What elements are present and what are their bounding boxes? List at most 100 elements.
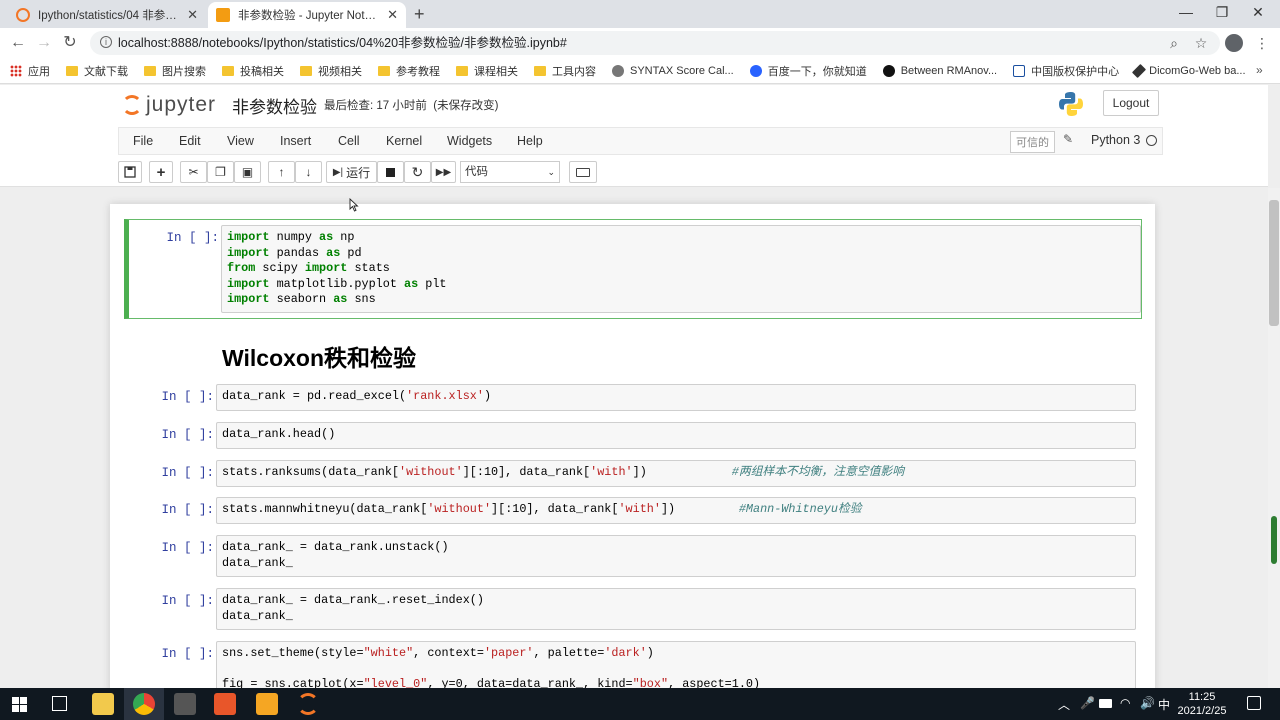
restart-icon: ↻ — [411, 163, 424, 180]
menu-insert[interactable]: Insert — [280, 134, 311, 148]
interrupt-button[interactable] — [377, 161, 404, 183]
forward-icon[interactable]: → — [34, 33, 54, 53]
side-drag-handle[interactable] — [1271, 516, 1277, 564]
tab-statistics-folder[interactable]: Ipython/statistics/04 非参数检验/ ✕ — [8, 2, 206, 28]
bookmark-folder[interactable]: 工具内容 — [534, 63, 596, 79]
code-editor[interactable]: sns.set_theme(style="white", context='pa… — [216, 641, 1136, 688]
menu-help[interactable]: Help — [517, 134, 543, 148]
jupyter-ring-icon — [122, 95, 142, 115]
insert-cell-button[interactable]: + — [149, 161, 173, 183]
profile-avatar-icon[interactable] — [1224, 33, 1244, 53]
site-info-icon[interactable]: i — [100, 36, 112, 48]
code-cell[interactable]: In [ ]: data_rank_ = data_rank.unstack()… — [124, 535, 1142, 579]
tray-expand-icon[interactable]: ︿ — [1058, 696, 1070, 713]
code-editor[interactable]: data_rank.head() — [216, 422, 1136, 449]
bookmark-site[interactable]: DicomGo-Web ba... — [1132, 63, 1246, 78]
bookmark-site[interactable]: 中国版权保护中心 — [1013, 63, 1119, 79]
volume-icon[interactable]: 🔊 — [1140, 696, 1155, 710]
microphone-icon[interactable]: 🎤 — [1080, 696, 1095, 710]
paste-button[interactable]: ▣ — [234, 161, 261, 183]
more-bookmarks-icon[interactable]: » — [1256, 63, 1263, 77]
code-cell[interactable]: In [ ]: stats.ranksums(data_rank['withou… — [124, 460, 1142, 488]
markdown-heading[interactable]: Wilcoxon秩和检验 — [222, 339, 416, 373]
battery-icon[interactable] — [1099, 699, 1112, 708]
input-prompt: In [ ]: — [166, 231, 219, 245]
chrome-icon[interactable] — [133, 693, 155, 715]
maximize-icon[interactable]: ❐ — [1212, 4, 1232, 21]
code-cell[interactable]: In [ ]: data_rank_ = data_rank_.reset_in… — [124, 588, 1142, 632]
task-view-icon[interactable] — [52, 696, 67, 711]
bookmark-site[interactable]: Between RMAnov... — [882, 64, 997, 77]
bookmark-folder[interactable]: 图片搜索 — [144, 63, 206, 79]
new-tab-button[interactable]: + — [414, 4, 425, 25]
code-cell[interactable]: In [ ]: data_rank.head() — [124, 422, 1142, 450]
close-tab-icon[interactable]: ✕ — [187, 7, 198, 23]
bookmark-label: SYNTAX Score Cal... — [630, 64, 734, 77]
windows-start-icon[interactable] — [12, 697, 27, 712]
reload-icon[interactable]: ↻ — [60, 33, 80, 53]
code-editor[interactable]: data_rank_ = data_rank.unstack() data_ra… — [216, 535, 1136, 577]
bookmark-folder[interactable]: 投稿相关 — [222, 63, 284, 79]
recorder-app-icon[interactable] — [174, 693, 196, 715]
code-editor[interactable]: stats.mannwhitneyu(data_rank['without'][… — [216, 497, 1136, 524]
notebook-title[interactable]: 非参数检验 — [232, 93, 317, 118]
bookmark-site[interactable]: 百度一下，你就知道 — [749, 63, 867, 79]
run-button[interactable]: ▶| 运行 — [326, 161, 377, 183]
jupyter-logo[interactable]: jupyter — [122, 93, 216, 117]
wifi-icon[interactable]: ◠ — [1120, 696, 1130, 710]
copy-button[interactable]: ❐ — [207, 161, 234, 183]
bookmark-folder[interactable]: 视频相关 — [300, 63, 362, 79]
cell-type-select[interactable]: 代码 ⌄ — [460, 161, 560, 183]
move-down-button[interactable]: ↓ — [295, 161, 322, 183]
run-label: 运行 — [346, 165, 371, 180]
arrow-up-icon: ↑ — [278, 165, 285, 179]
back-icon[interactable]: ← — [8, 33, 28, 53]
save-button[interactable] — [118, 161, 142, 183]
ime-indicator[interactable]: 中 — [1158, 696, 1170, 713]
zoom-icon[interactable]: ⌕ — [1164, 33, 1184, 53]
xmind-icon[interactable] — [214, 693, 236, 715]
close-window-icon[interactable]: ✕ — [1248, 4, 1268, 21]
scrollbar-thumb[interactable] — [1269, 200, 1279, 326]
code-editor[interactable]: data_rank = pd.read_excel('rank.xlsx') — [216, 384, 1136, 411]
tab-notebook[interactable]: 非参数检验 - Jupyter Notebook ✕ — [208, 2, 406, 28]
bookmark-folder[interactable]: 参考教程 — [378, 63, 440, 79]
system-clock[interactable]: 11:25 2021/2/25 — [1172, 690, 1232, 718]
close-tab-icon[interactable]: ✕ — [387, 7, 398, 23]
code-editor[interactable]: stats.ranksums(data_rank['without'][:10]… — [216, 460, 1136, 487]
bookmark-site[interactable]: SYNTAX Score Cal... — [612, 64, 734, 77]
bookmark-folder[interactable]: 课程相关 — [456, 63, 518, 79]
url-field[interactable]: i localhost:8888/notebooks/Ipython/stati… — [90, 31, 1220, 55]
notifications-icon[interactable] — [1247, 696, 1261, 710]
bookmark-apps[interactable]: 应用 — [10, 63, 50, 79]
bookmark-label: 中国版权保护中心 — [1031, 65, 1120, 78]
trusted-indicator[interactable]: 可信的 — [1010, 131, 1055, 153]
restart-run-all-button[interactable]: ▶▶ — [431, 161, 456, 183]
code-cell[interactable]: In [ ]: import numpy as np import pandas… — [124, 219, 1142, 319]
bookmark-folder[interactable]: 文献下载 — [66, 63, 128, 79]
code-cell[interactable]: In [ ]: stats.mannwhitneyu(data_rank['wi… — [124, 497, 1142, 525]
bookmark-star-icon[interactable]: ☆ — [1191, 33, 1211, 53]
jupyter-taskbar-icon[interactable] — [297, 693, 319, 715]
logout-button[interactable]: Logout — [1103, 90, 1159, 116]
code-editor[interactable]: import numpy as np import pandas as pd f… — [221, 225, 1141, 313]
code-editor[interactable]: data_rank_ = data_rank_.reset_index() da… — [216, 588, 1136, 630]
editor-app-icon[interactable] — [256, 693, 278, 715]
menu-widgets[interactable]: Widgets — [447, 134, 492, 148]
code-cell[interactable]: In [ ]: data_rank = pd.read_excel('rank.… — [124, 384, 1142, 412]
menu-view[interactable]: View — [227, 134, 254, 148]
menu-file[interactable]: File — [133, 134, 153, 148]
code-cell[interactable]: In [ ]: sns.set_theme(style="white", con… — [124, 641, 1142, 688]
command-palette-button[interactable] — [569, 161, 597, 183]
input-prompt: In [ ]: — [161, 428, 214, 442]
file-explorer-icon[interactable] — [92, 693, 114, 715]
menu-cell[interactable]: Cell — [338, 134, 360, 148]
menu-edit[interactable]: Edit — [179, 134, 201, 148]
cut-button[interactable]: ✂ — [180, 161, 207, 183]
move-up-button[interactable]: ↑ — [268, 161, 295, 183]
menu-kernel[interactable]: Kernel — [386, 134, 422, 148]
restart-button[interactable]: ↻ — [404, 161, 431, 183]
minimize-icon[interactable]: — — [1176, 4, 1196, 20]
kernel-name[interactable]: Python 3 — [1091, 133, 1140, 147]
browser-menu-icon[interactable]: ⋮ — [1252, 33, 1272, 53]
